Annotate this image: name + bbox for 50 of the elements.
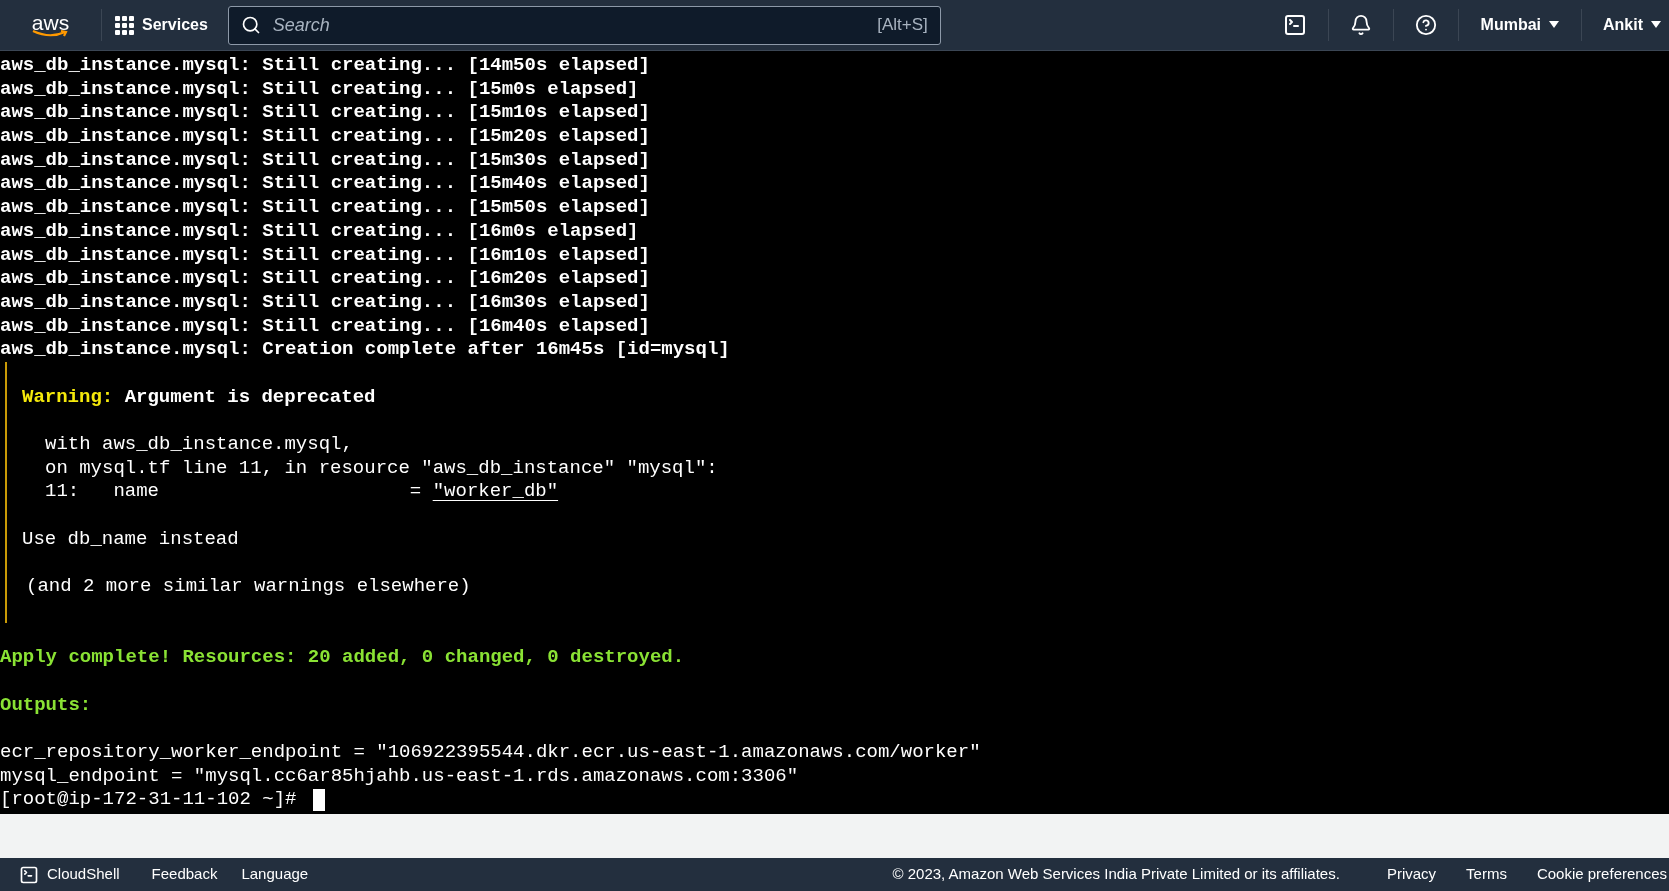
terminal-line: aws_db_instance.mysql: Still creating... [15m30s elapsed] [0, 148, 651, 173]
terminal-icon [19, 864, 39, 885]
terminal-line: aws_db_instance.mysql: Still creating... [16m30s elapsed] [0, 290, 651, 315]
warning-detail: on mysql.tf line 11, in resource "aws_db_instance" "mysql": [44, 456, 719, 481]
search-input[interactable]: Search [272, 11, 866, 39]
grid-icon [115, 15, 134, 35]
outputs-heading: Outputs: [0, 693, 93, 718]
notifications-icon[interactable] [1349, 14, 1372, 36]
terminal-line: aws_db_instance.mysql: Still creating... [16m40s elapsed] [0, 314, 651, 339]
terminal-line: aws_db_instance.mysql: Still creating... [16m0s elapsed] [0, 219, 640, 244]
terminal-line: aws_db_instance.mysql: Still creating... [15m40s elapsed] [0, 172, 651, 197]
code-line: 11: name = [45, 480, 423, 505]
cursor [313, 789, 326, 812]
terminal-line: aws_db_instance.mysql: Still creating... [16m10s elapsed] [0, 243, 651, 268]
warning-title: Argument is deprecated [123, 385, 376, 410]
logo[interactable]: aws [31, 12, 70, 38]
footer-link[interactable]: Cookie preferences [1521, 863, 1669, 886]
warning-advice: Use db_name instead [22, 527, 240, 552]
terminal-line: aws_db_instance.mysql: Still creating... [15m10s elapsed] [0, 101, 651, 126]
footer-link[interactable]: Language [229, 863, 321, 886]
code-value: "worker_db" [432, 480, 559, 505]
keyboard-shortcut: [Alt+S] [877, 14, 928, 37]
terminal-line: aws_db_instance.mysql: Still creating... [16m20s elapsed] [0, 267, 651, 291]
warning-detail: with aws_db_instance.mysql, [44, 433, 354, 457]
help-icon[interactable] [1414, 14, 1437, 36]
caret-icon [1549, 21, 1559, 29]
copyright-text: © 2023, Amazon Web Services India Private Limited or its affiliates. [892, 864, 1340, 885]
apply-summary: Apply complete! Resources: 20 added, 0 changed, 0 destroyed. [0, 646, 686, 670]
output-line: mysql_endpoint = "mysql.cc6ar85hjahb.us-east-1.rds.amazonaws.com:3306" [0, 764, 800, 789]
search-icon [240, 15, 261, 35]
terminal-icon[interactable] [1283, 13, 1308, 37]
footer-link[interactable]: Feedback [139, 863, 230, 886]
terminal-line: aws_db_instance.mysql: Still creating... [15m0s elapsed] [0, 77, 640, 102]
terminal[interactable] [0, 51, 1669, 814]
warning-note: (and 2 more similar warnings elsewhere) [25, 575, 472, 599]
caret-icon [1651, 21, 1661, 29]
region-menu[interactable]: Mumbai [1458, 9, 1582, 41]
services-button[interactable]: Services [102, 5, 228, 45]
account-menu[interactable]: Ankit [1582, 9, 1669, 41]
shell-prompt: [root@ip-172-31-11-102 ~]# [0, 788, 297, 812]
warning-label: Warning: [22, 385, 114, 410]
output-line: ecr_repository_worker_endpoint = "106922395544.dkr.ecr.us-east-1.amazonaws.com/worker" [0, 740, 982, 765]
terminal-line: aws_db_instance.mysql: Still creating... [15m50s elapsed] [0, 196, 651, 220]
footer-link[interactable]: Terms [1451, 863, 1522, 886]
footer-link[interactable]: Privacy [1371, 863, 1452, 886]
terminal-line: aws_db_instance.mysql: Still creating... [15m20s elapsed] [0, 125, 651, 149]
cloudshell-button[interactable]: CloudShell [0, 863, 140, 886]
terminal-line: aws_db_instance.mysql: Creation complete after 16m45s [id=mysql] [0, 338, 731, 362]
search-field[interactable]: Search [Alt+S] [227, 5, 941, 45]
terminal-line: aws_db_instance.mysql: Still creating... [14m50s elapsed] [0, 54, 651, 78]
